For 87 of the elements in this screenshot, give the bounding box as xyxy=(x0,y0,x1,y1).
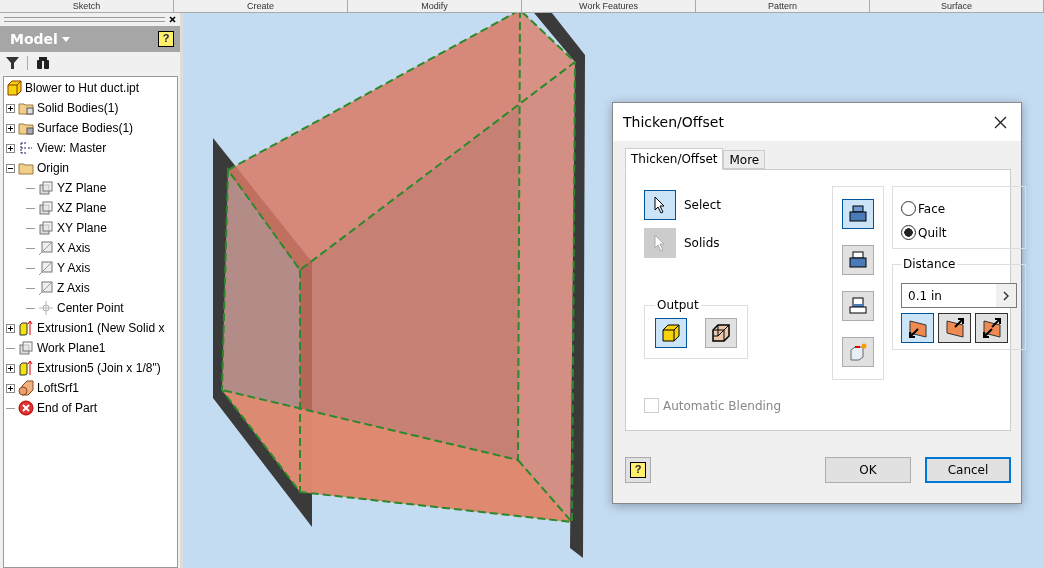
radio-button[interactable] xyxy=(901,201,916,216)
ribbon-panel-label[interactable]: Create xyxy=(174,0,348,12)
tree-item[interactable]: Surface Bodies(1) xyxy=(37,121,134,135)
expand-icon[interactable] xyxy=(6,143,15,153)
expand-icon[interactable] xyxy=(6,383,15,393)
tree-item[interactable]: Work Plane1 xyxy=(37,341,106,355)
select-button[interactable] xyxy=(644,190,676,220)
checkbox-label: Automatic Blending xyxy=(663,398,782,413)
plane-icon xyxy=(18,340,34,356)
expand-icon[interactable] xyxy=(6,323,15,333)
ribbon-panel-label[interactable]: Modify xyxy=(348,0,522,12)
surface-folder-icon xyxy=(18,120,34,136)
tree-item[interactable]: Center Point xyxy=(57,301,124,315)
tree-item[interactable]: End of Part xyxy=(37,401,98,415)
tree-item[interactable]: Extrusion1 (New Solid x xyxy=(37,321,165,335)
loft-icon xyxy=(18,380,34,396)
plane-icon xyxy=(38,220,54,236)
tree-item[interactable]: XZ Plane xyxy=(57,201,107,215)
direction-button[interactable] xyxy=(975,313,1008,343)
tab[interactable]: More xyxy=(723,150,766,169)
offset-mode-button[interactable] xyxy=(842,199,874,229)
plane-icon xyxy=(38,200,54,216)
ribbon-panel-label[interactable]: Work Features xyxy=(522,0,696,12)
selector-label: Solids xyxy=(684,236,720,250)
tree-item[interactable]: YZ Plane xyxy=(57,181,107,195)
tree-item[interactable]: Origin xyxy=(37,161,69,175)
ribbon-panel-label[interactable]: Sketch xyxy=(0,0,174,12)
tree-item[interactable]: Y Axis xyxy=(57,261,91,275)
cube-icon xyxy=(661,323,681,343)
ribbon-panel-label[interactable]: Surface xyxy=(870,0,1044,12)
axis-icon xyxy=(38,240,54,256)
offset-side-icon xyxy=(848,297,868,315)
offset-side-icon xyxy=(848,205,868,223)
direction-button[interactable] xyxy=(938,313,971,343)
tree-item[interactable]: Z Axis xyxy=(57,281,90,295)
tree-item[interactable]: Extrusion5 (Join x 1/8") xyxy=(37,361,161,375)
radio-label: Face xyxy=(918,201,946,216)
axis-icon xyxy=(38,260,54,276)
direction-button[interactable] xyxy=(901,313,934,343)
new-body-icon xyxy=(848,343,868,361)
dialog-title: Thicken/Offset xyxy=(623,114,724,130)
extrusion-icon xyxy=(18,320,34,336)
chevron-icon[interactable] xyxy=(1003,290,1009,301)
expand-icon[interactable] xyxy=(6,103,15,113)
tree-item[interactable]: X Axis xyxy=(57,241,91,255)
tree-item[interactable]: Solid Bodies(1) xyxy=(37,101,119,115)
plane-icon xyxy=(38,180,54,196)
offset-side-icon xyxy=(848,251,868,269)
cursor-icon xyxy=(654,196,666,214)
offset-mode-button[interactable] xyxy=(842,245,874,275)
radio-button[interactable] xyxy=(901,225,916,240)
dialog-button[interactable]: Cancel xyxy=(925,457,1011,483)
group-label: Distance xyxy=(902,257,957,271)
part-icon xyxy=(6,80,22,96)
error-icon xyxy=(18,400,34,416)
help-icon[interactable]: ? xyxy=(158,31,174,47)
solid-folder-icon xyxy=(18,100,34,116)
binoculars-icon[interactable] xyxy=(36,57,50,69)
distance-field[interactable]: 0.1 in xyxy=(901,283,1017,308)
view-icon xyxy=(18,140,34,156)
expand-icon[interactable] xyxy=(6,123,15,133)
tree-item[interactable]: Blower to Hut duct.ipt xyxy=(25,81,140,95)
group-label: Output xyxy=(656,298,700,312)
collapse-icon[interactable] xyxy=(6,163,15,173)
close-icon[interactable] xyxy=(169,16,176,23)
extrusion-icon xyxy=(18,360,34,376)
solid-output-button[interactable] xyxy=(655,318,687,348)
axis-icon xyxy=(38,280,54,296)
cursor-icon xyxy=(654,234,666,252)
ribbon-panel-label[interactable]: Pattern xyxy=(696,0,870,12)
expand-icon[interactable] xyxy=(6,363,15,373)
tab[interactable]: Thicken/Offset xyxy=(625,148,724,170)
cube-icon xyxy=(711,323,731,343)
tree-item[interactable]: LoftSrf1 xyxy=(37,381,80,395)
tree-item[interactable]: XY Plane xyxy=(57,221,107,235)
selector-label: Select xyxy=(684,198,722,212)
radio-label: Quilt xyxy=(918,225,947,240)
surface-output-button[interactable] xyxy=(705,318,737,348)
help-button[interactable]: ? xyxy=(625,457,651,483)
folder-icon xyxy=(18,160,34,176)
filter-icon[interactable] xyxy=(6,57,19,69)
offset-mode-button[interactable] xyxy=(842,291,874,321)
point-icon xyxy=(38,300,54,316)
tree-item[interactable]: View: Master xyxy=(37,141,107,155)
dialog-button[interactable]: OK xyxy=(825,457,911,483)
close-icon[interactable] xyxy=(994,115,1007,129)
caret-icon xyxy=(61,36,70,42)
